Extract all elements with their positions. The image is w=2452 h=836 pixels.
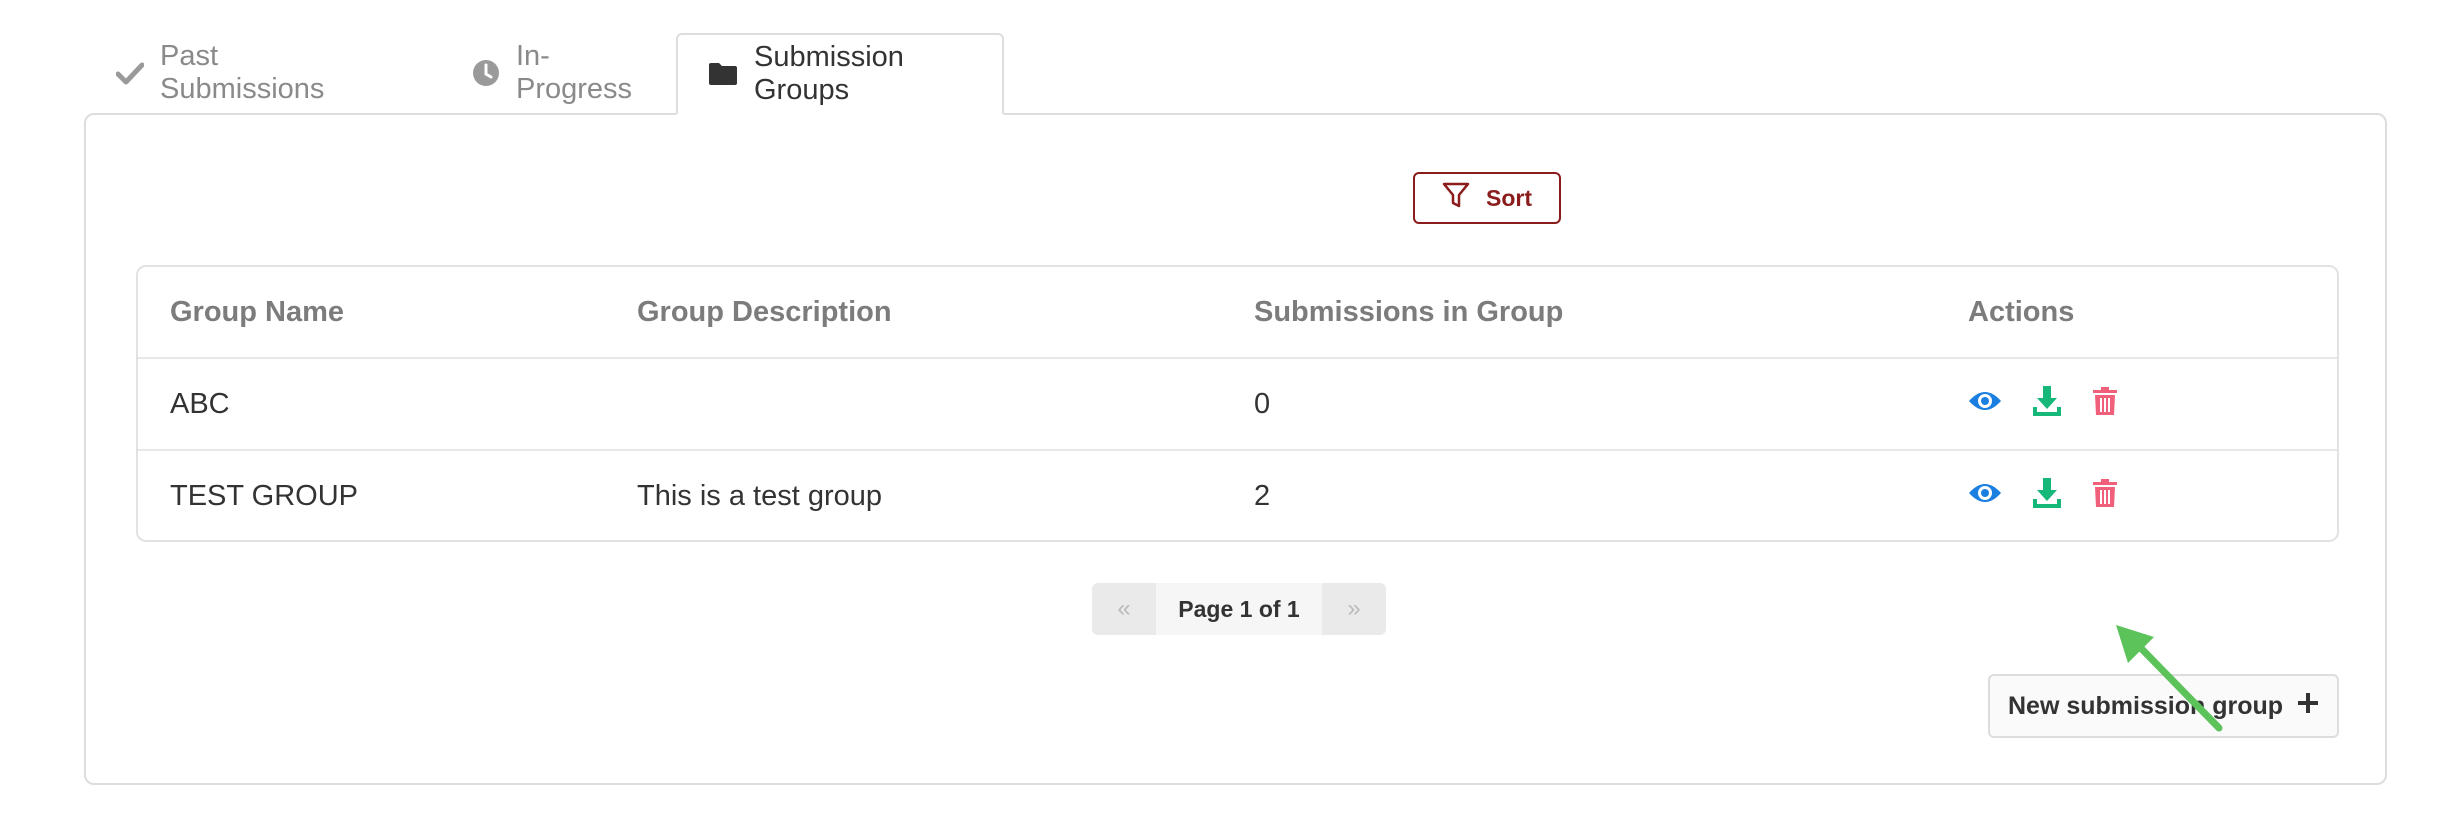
- download-icon[interactable]: [2032, 385, 2062, 425]
- table-row: ABC 0: [138, 357, 2337, 450]
- folder-icon: [708, 62, 738, 86]
- group-name-cell: ABC: [170, 388, 230, 420]
- prev-page-button[interactable]: «: [1092, 583, 1156, 635]
- clock-icon: [472, 59, 500, 87]
- sort-button[interactable]: Sort: [1413, 172, 1561, 224]
- check-icon: [116, 61, 144, 85]
- annotation-arrow-icon: [2116, 625, 2223, 732]
- tab-label: Past Submissions: [160, 40, 325, 105]
- trash-icon[interactable]: [2092, 386, 2118, 424]
- submission-count-cell: 0: [1254, 388, 1271, 420]
- tab-past-submissions[interactable]: Past Submissions: [84, 33, 404, 113]
- eye-icon[interactable]: [1968, 388, 2002, 421]
- group-name-cell: TEST GROUP: [170, 480, 358, 512]
- actions-cell: [1968, 359, 2118, 450]
- groups-table: Group Name Group Description Submissions…: [136, 265, 2339, 542]
- eye-icon[interactable]: [1968, 480, 2002, 513]
- page-indicator: Page 1 of 1: [1156, 583, 1322, 635]
- tab-in-progress[interactable]: In-Progress: [440, 33, 676, 113]
- column-header-group-description: Group Description: [637, 295, 892, 328]
- submission-groups-panel: Sort Group Name Group Description Submis…: [84, 113, 2387, 785]
- column-header-submissions-in-group: Submissions in Group: [1254, 295, 1564, 328]
- trash-icon[interactable]: [2092, 478, 2118, 516]
- tab-submission-groups[interactable]: Submission Groups: [676, 33, 1004, 115]
- column-header-group-name: Group Name: [170, 295, 345, 328]
- sort-label: Sort: [1486, 184, 1532, 211]
- table-row: TEST GROUP This is a test group 2: [138, 449, 2337, 540]
- column-header-actions: Actions: [1968, 295, 2075, 328]
- actions-cell: [1968, 451, 2118, 540]
- download-icon[interactable]: [2032, 477, 2062, 517]
- plus-icon: [2297, 692, 2319, 721]
- tab-label: In-Progress: [516, 40, 633, 105]
- table-header: Group Name Group Description Submissions…: [138, 267, 2337, 357]
- filter-icon: [1442, 181, 1470, 215]
- submission-count-cell: 2: [1254, 480, 1271, 512]
- pagination: « Page 1 of 1 »: [1092, 583, 1386, 635]
- next-page-button[interactable]: »: [1322, 583, 1386, 635]
- tab-label: Submission Groups: [754, 41, 904, 106]
- group-description-cell: This is a test group: [637, 480, 882, 512]
